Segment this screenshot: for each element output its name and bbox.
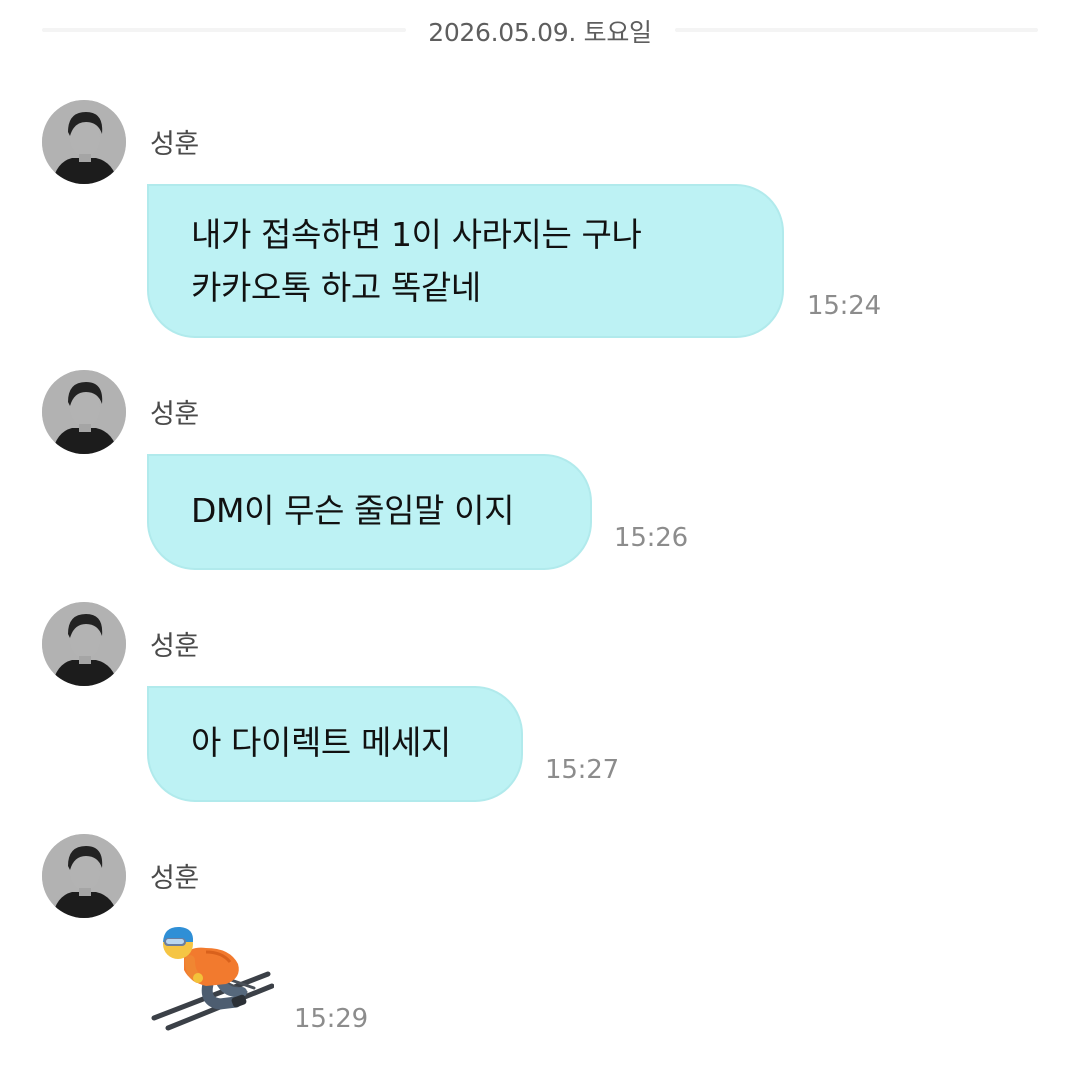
message-bubble[interactable]: 아 다이렉트 메세지 (147, 686, 523, 802)
message-line: 아 다이렉트 메세지 (191, 723, 451, 762)
message-line: DM이 무슨 줄임말 이지 (191, 491, 515, 530)
message-bubble[interactable]: 내가 접속하면 1이 사라지는 구나 카카오톡 하고 똑같네 (147, 184, 784, 338)
chat-screen: 2026.05.09. 토요일 성훈 내가 접속하면 1이 사라지는 구나 카카… (0, 0, 1080, 1089)
message-line: 내가 접속하면 1이 사라지는 구나 (191, 215, 642, 254)
date-divider: 2026.05.09. 토요일 (42, 8, 1038, 48)
message-time: 15:29 (294, 1004, 368, 1034)
avatar[interactable] (42, 370, 126, 454)
sender-name: 성훈 (150, 631, 199, 662)
message-time: 15:27 (545, 755, 619, 785)
sender-name: 성훈 (150, 399, 199, 430)
avatar[interactable] (42, 834, 126, 918)
message-time: 15:24 (807, 291, 881, 321)
message-time: 15:26 (614, 523, 688, 553)
skier-icon[interactable] (150, 922, 275, 1032)
sender-name: 성훈 (150, 863, 199, 894)
message-line: 카카오톡 하고 똑같네 (191, 268, 481, 307)
sender-name: 성훈 (150, 129, 199, 160)
divider-line-right (675, 28, 1038, 32)
message-bubble[interactable]: DM이 무슨 줄임말 이지 (147, 454, 592, 570)
avatar[interactable] (42, 100, 126, 184)
avatar[interactable] (42, 602, 126, 686)
